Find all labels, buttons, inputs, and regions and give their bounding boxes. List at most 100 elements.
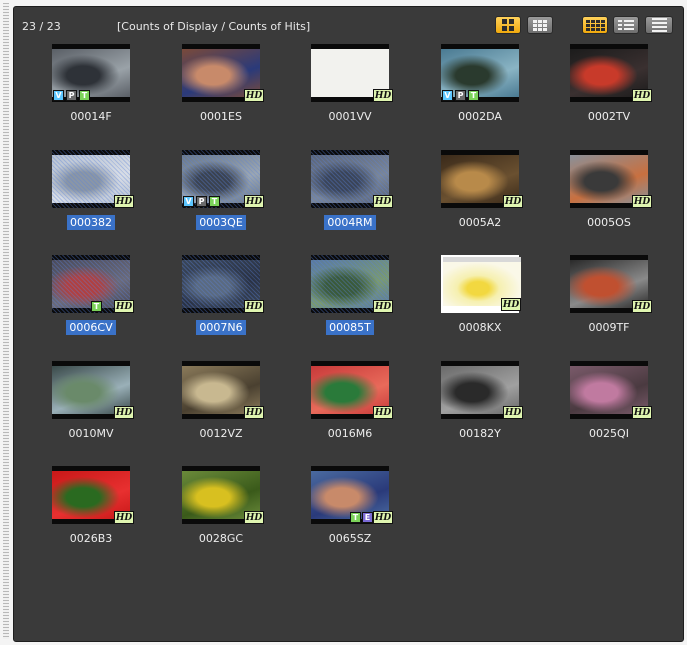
clip-item[interactable]: T HD 0006CV [33,255,143,355]
clip-item[interactable]: HD 0026B3 [33,466,143,566]
clip-item[interactable]: HD 0004RM [292,150,402,250]
hd-badge-icon: HD [503,195,523,208]
clip-thumbnail[interactable]: HD [52,361,134,419]
grid-12-icon [585,19,605,31]
large-thumbnail-view-button[interactable] [495,16,521,34]
clip-id-text: 0025QI [589,427,629,440]
clip-item[interactable]: HD 0010MV [33,361,143,461]
clip-item[interactable]: HD 0001ES [163,44,273,144]
grid-4-icon [502,19,514,31]
hd-badge-icon: HD [373,89,393,102]
clip-id-text: 0002TV [587,110,631,123]
clip-id-label: 0010MV [33,427,149,440]
clip-thumbnail[interactable]: HD [441,361,523,419]
clip-item[interactable]: HD 0002TV [551,44,661,144]
clip-id-text: 0004RM [324,215,376,230]
clip-id-label: 0002TV [551,110,667,123]
clip-id-label: 00182Y [422,427,538,440]
resize-grip[interactable] [3,3,9,639]
clip-item[interactable]: HD 00085T [292,255,402,355]
clip-id-text: 0010MV [68,427,114,440]
clip-id-label: 0009TF [551,321,667,334]
clip-item[interactable]: HD 0012VZ [163,361,273,461]
detail-view-button[interactable] [613,16,639,34]
clip-id-label: 000382 [33,215,149,230]
clip-id-label: 0025QI [551,427,667,440]
essence-mark-badge-icon: E [362,512,373,523]
clip-item[interactable]: HD 0008KX [422,255,532,355]
video-badge-icon: V [442,90,453,101]
clip-thumbnail[interactable]: T HD [52,255,134,313]
clip-id-label: 0008KX [422,321,538,334]
clip-id-label: 0001VV [292,110,408,123]
clip-item[interactable]: V P T 00014F [33,44,143,144]
clip-thumbnail[interactable]: HD [570,255,652,313]
clip-id-text: 00182Y [459,427,501,440]
clip-thumbnail[interactable]: HD [182,466,264,524]
clip-id-label: 0007N6 [163,320,279,335]
clip-item[interactable]: HD 00182Y [422,361,532,461]
hd-badge-icon: HD [244,89,264,102]
hd-badge-icon: HD [632,195,652,208]
clip-thumbnail[interactable]: HD [311,255,393,313]
text-memo-badge-icon: T [91,301,102,312]
clip-item[interactable]: HD 0009TF [551,255,661,355]
clip-item[interactable]: HD 0028GC [163,466,273,566]
hd-badge-icon: HD [244,406,264,419]
clip-item[interactable]: HD 0025QI [551,361,661,461]
hd-badge-icon: HD [373,300,393,313]
detail-list-icon [618,20,634,30]
clip-id-text: 0006CV [66,320,116,335]
clip-id-text: 0009TF [588,321,630,334]
clip-thumbnail[interactable]: HD [182,255,264,313]
clip-item[interactable]: T E HD 0065SZ [292,466,402,566]
clip-thumbnail[interactable]: HD [570,44,652,102]
clip-id-text: 0008KX [458,321,502,334]
clip-thumbnail[interactable]: HD [311,44,393,102]
hd-badge-icon: HD [114,511,134,524]
display-count: 23 / 23 [22,20,61,33]
clip-item[interactable]: HD 0005A2 [422,150,532,250]
clip-id-text: 0005A2 [458,216,502,229]
hd-badge-icon: HD [244,511,264,524]
small-thumbnail-view-button[interactable] [527,16,553,34]
clip-thumbnail[interactable]: HD [570,150,652,208]
hd-badge-icon: HD [503,406,523,419]
clip-item[interactable]: HD 0005OS [551,150,661,250]
clip-id-text: 00014F [70,110,112,123]
clip-thumbnail[interactable]: HD [52,466,134,524]
clip-item[interactable]: HD 0007N6 [163,255,273,355]
clip-thumbnail[interactable]: HD [441,255,521,313]
clip-thumbnail[interactable]: V P T HD [182,150,264,208]
clip-thumbnail[interactable]: VPT [441,44,519,102]
clip-item[interactable]: V P T HD 0003QE [163,150,273,250]
hd-badge-icon: HD [373,195,393,208]
clip-thumbnail[interactable]: VPT [52,44,130,102]
clip-id-text: 00085T [326,320,374,335]
hd-badge-icon: HD [244,195,264,208]
clip-id-text: 0005OS [587,216,631,229]
clip-thumbnail[interactable]: HD [182,361,264,419]
clip-thumbnail[interactable]: HD [570,361,652,419]
thumbnail-view-button[interactable] [582,16,608,34]
clip-thumbnail[interactable]: HD [441,150,523,208]
list-view-button[interactable] [645,16,673,34]
clip-thumbnail[interactable]: T E HD [311,466,393,524]
clip-thumbnail[interactable]: HD [311,361,393,419]
clip-thumbnail[interactable]: HD [52,150,134,208]
hd-badge-icon: HD [501,298,521,311]
clip-thumbnail[interactable]: HD [182,44,264,102]
clip-id-text: 0016M6 [327,427,373,440]
clip-id-label: 0003QE [163,215,279,230]
clip-id-label: 0002DA [422,110,538,123]
clip-thumbnail[interactable]: HD [311,150,393,208]
video-badge-icon: V [53,90,64,101]
clip-id-label: 00085T [292,320,408,335]
clip-item[interactable]: HD 000382 [33,150,143,250]
hd-badge-icon: HD [373,406,393,419]
clip-item[interactable]: V P T 0002DA [422,44,532,144]
clip-id-label: 0005OS [551,216,667,229]
clip-item[interactable]: HD 0001VV [292,44,402,144]
clip-item[interactable]: HD 0016M6 [292,361,402,461]
clip-id-text: 0003QE [196,215,246,230]
